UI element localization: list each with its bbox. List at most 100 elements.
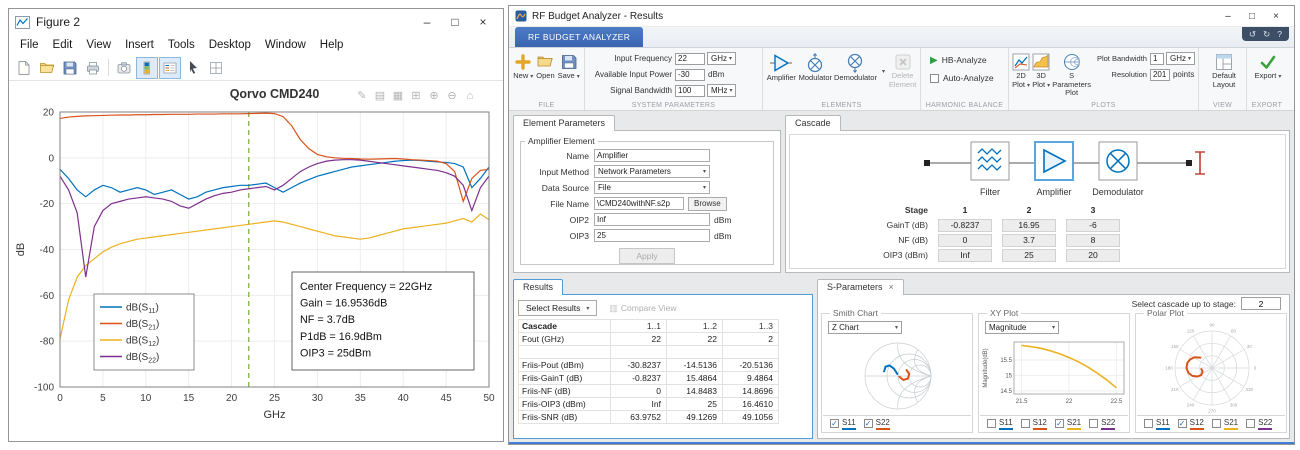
- open-button[interactable]: Open: [536, 51, 554, 99]
- tab-results[interactable]: Results: [513, 279, 563, 295]
- xy-plot[interactable]: 21.52222.514.51515.5Magnitude(dB): [980, 338, 1128, 414]
- insert-legend-button[interactable]: [159, 57, 181, 79]
- default-layout-button[interactable]: Default Layout: [1202, 51, 1246, 89]
- snapshot-button[interactable]: [113, 57, 135, 79]
- auto-analyze-checkbox[interactable]: Auto-Analyze: [924, 69, 1005, 87]
- menu-window[interactable]: Window: [258, 39, 313, 51]
- data-source-select[interactable]: File▾: [594, 181, 710, 194]
- modulator-button[interactable]: Modulator: [799, 51, 832, 83]
- tab-element-parameters[interactable]: Element Parameters: [513, 115, 615, 131]
- results-table-grid[interactable]: Cascade1..11..21..3Fout (GHz)22222Friis-…: [518, 319, 779, 424]
- edit-plot-icon[interactable]: ✎: [357, 90, 366, 102]
- annotation-box[interactable]: Center Frequency = 22GHzGain = 16.9536dB…: [292, 272, 474, 370]
- cascade-canvas[interactable]: FilterAmplifierDemodulator Stage123GainT…: [789, 134, 1286, 269]
- new-button[interactable]: New▾: [513, 51, 533, 99]
- hb-analyze-button[interactable]: ▶ HB-Analyze: [924, 51, 1005, 69]
- input-method-select[interactable]: Network Parameters▾: [594, 165, 710, 178]
- checkbox-s12[interactable]: S12: [1021, 418, 1047, 430]
- tab-cascade[interactable]: Cascade: [785, 115, 841, 131]
- tab-rf-budget-analyzer[interactable]: RF BUDGET ANALYZER: [515, 27, 643, 47]
- redo-icon[interactable]: ↻: [1263, 29, 1270, 40]
- table-row[interactable]: Friis-SNR (dB)63.975249.126949.1056: [519, 411, 779, 424]
- plot-bandwidth-unit-select[interactable]: GHz▾: [1166, 52, 1195, 65]
- 3d-plot-button[interactable]: 3D Plot▾: [1032, 51, 1050, 90]
- smith-type-dropdown[interactable]: Z Chart▾: [828, 321, 902, 334]
- home-icon[interactable]: ⌂: [467, 90, 474, 102]
- amplifier-button[interactable]: Amplifier: [766, 51, 797, 83]
- menu-edit[interactable]: Edit: [46, 39, 80, 51]
- close-icon[interactable]: ×: [469, 9, 497, 35]
- chart-legend[interactable]: dB(S11)dB(S21)dB(S12)dB(S22): [94, 294, 194, 370]
- figure-titlebar[interactable]: Figure 2 – □ ×: [9, 9, 503, 35]
- menu-tools[interactable]: Tools: [161, 39, 202, 51]
- save-figure-button[interactable]: [59, 57, 81, 79]
- pan-icon[interactable]: ⊞: [411, 90, 420, 102]
- table-row[interactable]: [519, 346, 779, 359]
- xy-type-dropdown[interactable]: Magnitude▾: [985, 321, 1059, 334]
- available-input-power-input[interactable]: [675, 69, 705, 81]
- demodulator-button[interactable]: Demodulator: [834, 51, 877, 83]
- stage-input[interactable]: [1241, 297, 1281, 310]
- app-titlebar[interactable]: RF Budget Analyzer - Results – □ ×: [509, 6, 1294, 27]
- plot-bandwidth-input[interactable]: [1150, 53, 1164, 65]
- checkbox-s11[interactable]: S11: [1144, 418, 1170, 430]
- oip2-field[interactable]: [594, 213, 710, 226]
- signal-bandwidth-input[interactable]: [675, 85, 705, 97]
- minimize-icon[interactable]: –: [1216, 6, 1240, 27]
- input-frequency-input[interactable]: [675, 53, 705, 65]
- resolution-input[interactable]: [1150, 69, 1170, 81]
- insert-colorbar-button[interactable]: [136, 57, 158, 79]
- close-tab-icon[interactable]: ×: [889, 280, 894, 295]
- maximize-icon[interactable]: □: [1240, 6, 1264, 27]
- checkbox-s22[interactable]: S22: [1089, 418, 1115, 430]
- copy-view-icon[interactable]: ▦: [393, 90, 403, 102]
- undo-icon[interactable]: ↺: [1249, 29, 1256, 40]
- axes-toolbar[interactable]: ✎ ▤ ▦ ⊞ ⊕ ⊖ ⌂: [357, 90, 473, 102]
- menu-insert[interactable]: Insert: [118, 39, 161, 51]
- cascade-block-amplifier[interactable]: [1035, 142, 1073, 180]
- checkbox-s21[interactable]: S21: [1212, 418, 1238, 430]
- menu-help[interactable]: Help: [313, 39, 351, 51]
- zoom-out-icon[interactable]: ⊖: [447, 90, 456, 102]
- tab-s-parameters[interactable]: S-Parameters×: [817, 279, 904, 295]
- delete-element-button[interactable]: Delete Element: [888, 51, 917, 89]
- table-row[interactable]: Friis-NF (dB)014.848314.8696: [519, 385, 779, 398]
- print-figure-button[interactable]: [82, 57, 104, 79]
- print-icon[interactable]: ▤: [375, 90, 385, 102]
- checkbox-s22[interactable]: S22: [1246, 418, 1272, 430]
- signal-bandwidth-unit-select[interactable]: MHz▾: [707, 84, 736, 97]
- results-table[interactable]: Cascade1..11..21..3Fout (GHz)22222Friis-…: [518, 319, 808, 434]
- checkbox-s22[interactable]: ✓S22: [864, 418, 890, 430]
- menu-view[interactable]: View: [79, 39, 118, 51]
- input-frequency-unit-select[interactable]: GHz▾: [707, 52, 736, 65]
- menu-file[interactable]: File: [13, 39, 46, 51]
- table-row[interactable]: Friis-GainT (dB)-0.823715.48649.4864: [519, 372, 779, 385]
- cascade-block-demodulator[interactable]: [1099, 142, 1137, 180]
- checkbox-s11[interactable]: S11: [987, 418, 1013, 430]
- table-row[interactable]: Fout (GHz)22222: [519, 333, 779, 346]
- compare-view-button[interactable]: ▥Compare View: [609, 303, 676, 314]
- polar-plot[interactable]: 0306090120150180210240270300330: [1137, 322, 1285, 414]
- select-results-button[interactable]: Select Results▾: [518, 300, 597, 316]
- oip3-field[interactable]: [594, 229, 710, 242]
- name-field[interactable]: [594, 149, 710, 162]
- browse-button[interactable]: Browse: [688, 197, 727, 211]
- zoom-in-icon[interactable]: ⊕: [429, 90, 438, 102]
- cascade-block-filter[interactable]: [971, 142, 1009, 180]
- checkbox-s11[interactable]: ✓S11: [830, 418, 856, 430]
- checkbox-s12[interactable]: ✓S12: [1178, 418, 1204, 430]
- pointer-tool-button[interactable]: [182, 57, 204, 79]
- menu-desktop[interactable]: Desktop: [202, 39, 258, 51]
- table-row[interactable]: Friis-Pout (dBm)-30.8237-14.5136-20.5136: [519, 359, 779, 372]
- export-button[interactable]: Export▾: [1250, 51, 1286, 81]
- new-figure-button[interactable]: [13, 57, 35, 79]
- s-parameters-plot-button[interactable]: S Parameters Plot: [1052, 51, 1091, 98]
- property-inspector-button[interactable]: [205, 57, 227, 79]
- file-name-field[interactable]: [594, 197, 684, 210]
- save-button[interactable]: Save▾: [558, 51, 580, 99]
- maximize-icon[interactable]: □: [441, 9, 469, 35]
- table-row[interactable]: Friis-OIP3 (dBm)Inf2516.4610: [519, 398, 779, 411]
- close-icon[interactable]: ×: [1264, 6, 1288, 27]
- elements-gallery-button[interactable]: ▾: [879, 51, 886, 91]
- sparameter-chart[interactable]: 05101520253035404550200-20-40-60-80-100G…: [10, 82, 502, 438]
